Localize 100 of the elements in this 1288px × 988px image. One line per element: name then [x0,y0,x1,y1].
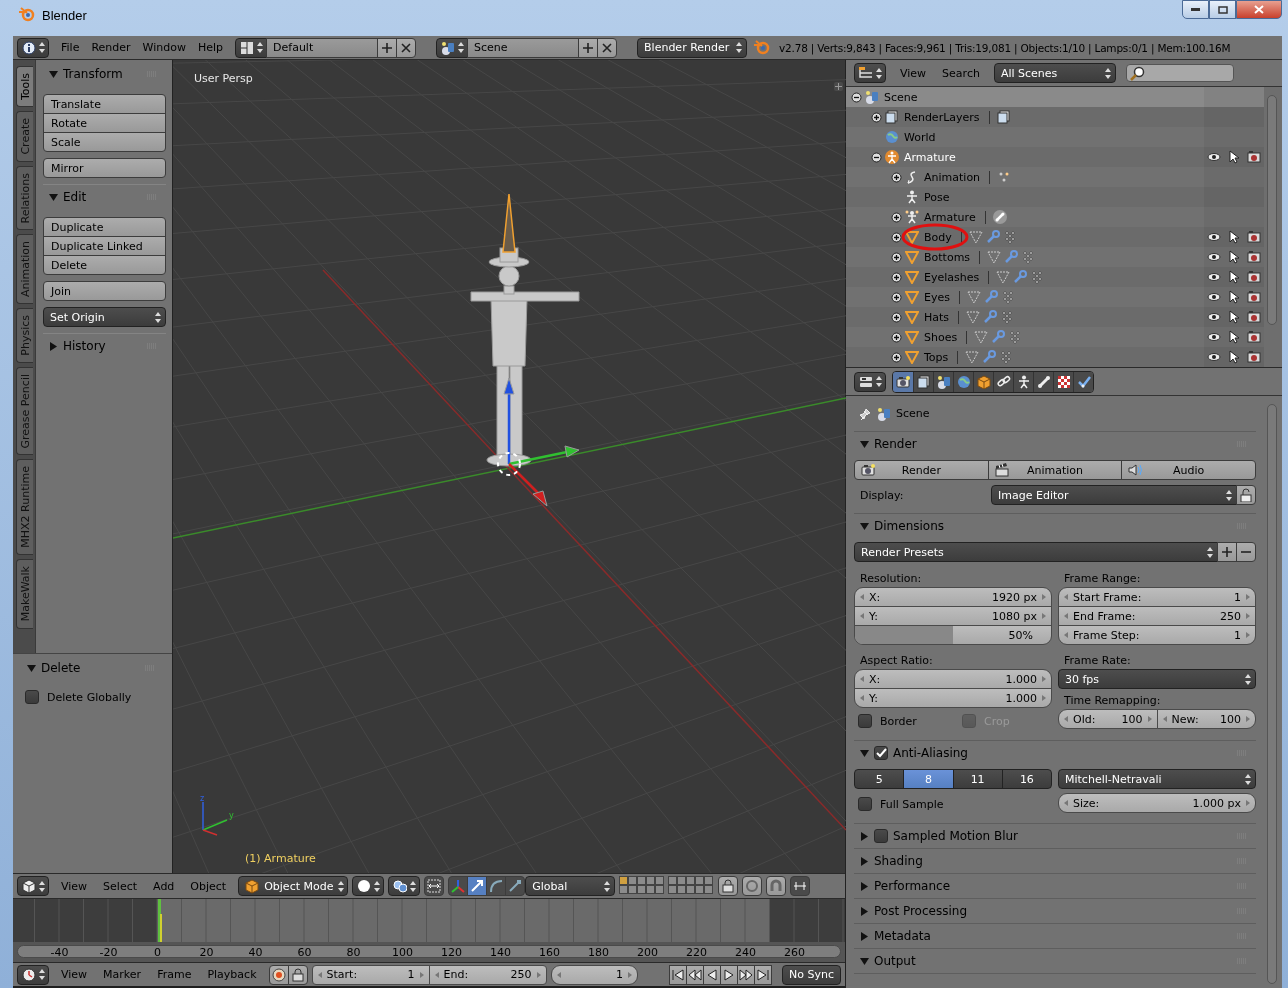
menu-item[interactable]: Select [95,879,146,893]
menu-item[interactable]: Render [85,41,137,54]
cursor-icon[interactable] [1227,270,1241,284]
checkbox[interactable] [858,797,872,811]
disclosure-triangle-icon[interactable] [860,881,869,891]
dropdown[interactable]: 30 fps [1058,669,1256,689]
tool-button[interactable]: Scale [43,132,166,152]
translate-toggle[interactable] [467,876,488,896]
menu-item[interactable]: Marker [95,968,150,981]
disclosure-triangle-icon[interactable] [27,663,36,673]
eye-icon[interactable] [1207,250,1221,264]
proportional-edit-button[interactable] [742,876,763,896]
render-button[interactable]: Audio [1121,460,1256,480]
sample-toggle[interactable]: 16 [1001,769,1052,789]
tree-item-label[interactable]: Hats [922,310,952,324]
tool-tab[interactable]: Tools [16,66,33,108]
search-field[interactable] [1125,64,1234,82]
checkbox[interactable] [874,746,888,760]
eye-icon[interactable] [1207,270,1221,284]
snap-element-button[interactable] [790,876,811,896]
eye-icon[interactable] [1207,350,1221,364]
menu-item[interactable]: View [53,968,96,981]
properties-tab[interactable] [893,371,913,392]
properties-tab[interactable] [1073,371,1093,392]
end-frame-field[interactable]: End: 250 [428,964,547,985]
tool-button[interactable]: Delete [43,255,166,275]
maximize-button[interactable] [1209,0,1236,19]
expander-icon[interactable] [891,291,902,303]
tree-row[interactable]: Scene [846,87,1264,107]
layer-lock-button[interactable] [718,876,739,896]
tool-button[interactable]: Translate [43,94,166,114]
expander-icon[interactable] [891,231,902,243]
cursor-icon[interactable] [1227,230,1241,244]
tool-button[interactable]: Duplicate [43,217,166,237]
disclosure-triangle-icon[interactable] [860,956,869,966]
scene-selector[interactable] [436,37,469,58]
expander-icon[interactable] [891,331,902,343]
properties-tab[interactable] [1013,371,1033,392]
disclosure-triangle-icon[interactable] [49,69,58,79]
pivot-dropdown[interactable] [388,876,421,896]
tool-button[interactable]: Mirror [43,158,166,178]
panel-header[interactable]: Anti-Aliasing [854,741,1256,765]
properties-tab[interactable] [973,371,993,392]
number-field[interactable]: New: 100 [1156,709,1256,729]
percentage-slider[interactable]: 50% [854,625,1052,645]
rotate-toggle[interactable] [486,876,507,896]
playback-button[interactable] [686,964,705,985]
layer-grid-icon[interactable] [619,876,666,894]
camera-icon[interactable] [1247,230,1261,244]
tool-tab[interactable]: MHX2 Runtime [16,459,33,556]
cursor-icon[interactable] [1227,350,1241,364]
menu-item[interactable]: Window [136,41,192,54]
panel-header[interactable]: History [43,334,166,358]
tree-item-label[interactable]: Eyes [922,290,952,304]
sample-toggle[interactable]: 5 [854,769,905,789]
camera-icon[interactable] [1247,150,1261,164]
sync-dropdown[interactable]: No Sync [782,964,841,985]
close-button[interactable] [1236,0,1282,19]
expander-icon[interactable] [891,311,902,323]
checkbox[interactable] [25,690,39,704]
tool-tab[interactable]: Grease Pencil [16,366,33,456]
add-button[interactable] [578,37,599,58]
playback-button[interactable] [703,964,722,985]
panel-header[interactable]: Delete [21,656,164,680]
dropdown[interactable]: Render Presets [854,542,1218,562]
tree-item-label[interactable]: Pose [922,190,952,204]
lock-button[interactable] [1236,485,1256,505]
current-frame-field[interactable]: 1 [550,964,639,985]
tool-button[interactable]: Rotate [43,113,166,133]
panel-header[interactable]: Shading [854,849,1256,873]
snap-toggle[interactable] [766,876,787,896]
number-field[interactable]: Y: 1.000 [854,688,1052,708]
menu-item[interactable]: Playback [199,968,265,981]
camera-icon[interactable] [1247,350,1261,364]
tree-item-label[interactable]: Eyelashes [922,270,982,284]
cursor-icon[interactable] [1227,250,1241,264]
disclosure-triangle-icon[interactable] [860,521,869,531]
tree-item-label[interactable]: Shoes [922,330,960,344]
menu-item[interactable]: Help [191,41,230,54]
cursor-icon[interactable] [1227,330,1241,344]
shading-dropdown[interactable] [352,876,385,896]
panel-header[interactable]: Dimensions [854,514,1256,538]
menu-item[interactable]: Search [934,66,988,80]
add-button[interactable] [377,37,398,58]
editor-type-button[interactable] [17,37,49,58]
tool-tab[interactable]: MakeWalk [16,559,33,629]
editor-type-button[interactable] [854,63,886,83]
sample-toggle[interactable]: 8 [903,769,954,789]
expander-icon[interactable] [891,351,902,363]
properties-tab[interactable] [1053,371,1073,392]
eye-icon[interactable] [1207,290,1221,304]
tree-item-label[interactable]: Tops [922,350,951,364]
panel-header[interactable]: Edit [43,185,166,209]
properties-tab[interactable] [933,371,953,392]
editor-type-button[interactable] [854,371,886,392]
menu-item[interactable]: View [53,879,96,893]
filter-dropdown[interactable]: All Scenes [993,63,1116,83]
checkbox[interactable] [874,829,888,843]
disclosure-triangle-icon[interactable] [49,341,58,351]
tree-item-label[interactable]: RenderLayers [902,110,982,124]
